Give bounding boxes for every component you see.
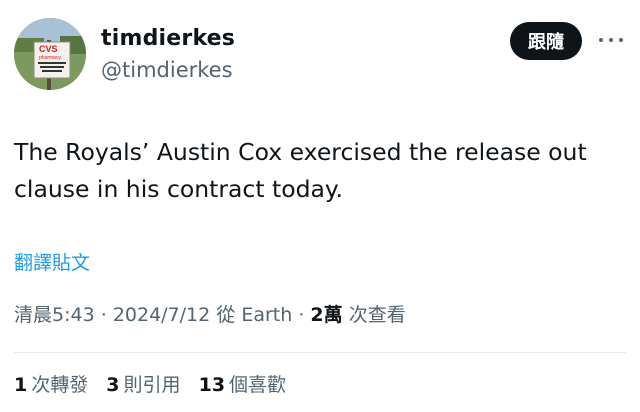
post-date[interactable]: 2024/7/12 bbox=[113, 304, 210, 326]
likes-stat[interactable]: 13 個喜歡 bbox=[199, 374, 286, 396]
avatar-image: CVS pharmacy bbox=[14, 18, 86, 90]
reposts-count: 1 bbox=[14, 374, 28, 396]
likes-count: 13 bbox=[198, 374, 226, 396]
avatar[interactable]: CVS pharmacy bbox=[14, 18, 86, 90]
views-label: 次查看 bbox=[348, 304, 406, 326]
author-handle[interactable]: @timdierkes bbox=[101, 58, 233, 82]
tweet-text: The Royals’ Austin Cox exercised the rel… bbox=[14, 138, 587, 203]
meta-separator: · bbox=[298, 304, 305, 326]
quotes-count: 3 bbox=[106, 374, 120, 396]
avatar-sign-subtitle: pharmacy bbox=[39, 55, 61, 61]
post-source: 從 Earth bbox=[216, 304, 293, 326]
more-horizontal-icon[interactable] bbox=[597, 30, 625, 50]
tweet-meta: 清晨5:43 · 2024/7/12 從 Earth · 2萬 次查看 bbox=[14, 300, 406, 327]
follow-button[interactable]: 跟隨 bbox=[510, 22, 582, 60]
post-time[interactable]: 清晨5:43 bbox=[14, 304, 95, 326]
avatar-sign-brand: CVS bbox=[39, 44, 58, 54]
meta-separator: · bbox=[100, 304, 107, 326]
reposts-label: 次轉發 bbox=[31, 374, 89, 396]
engagement-stats: 1 次轉發 3 則引用 13 個喜歡 bbox=[14, 370, 298, 397]
views-count: 2萬 bbox=[310, 304, 343, 326]
quotes-stat[interactable]: 3 則引用 bbox=[106, 374, 180, 396]
quotes-label: 則引用 bbox=[123, 374, 181, 396]
likes-label: 個喜歡 bbox=[229, 374, 287, 396]
divider bbox=[14, 352, 626, 353]
author-display-name[interactable]: timdierkes bbox=[101, 26, 235, 51]
translate-post-link[interactable]: 翻譯貼文 bbox=[14, 248, 90, 275]
reposts-stat[interactable]: 1 次轉發 bbox=[14, 374, 88, 396]
